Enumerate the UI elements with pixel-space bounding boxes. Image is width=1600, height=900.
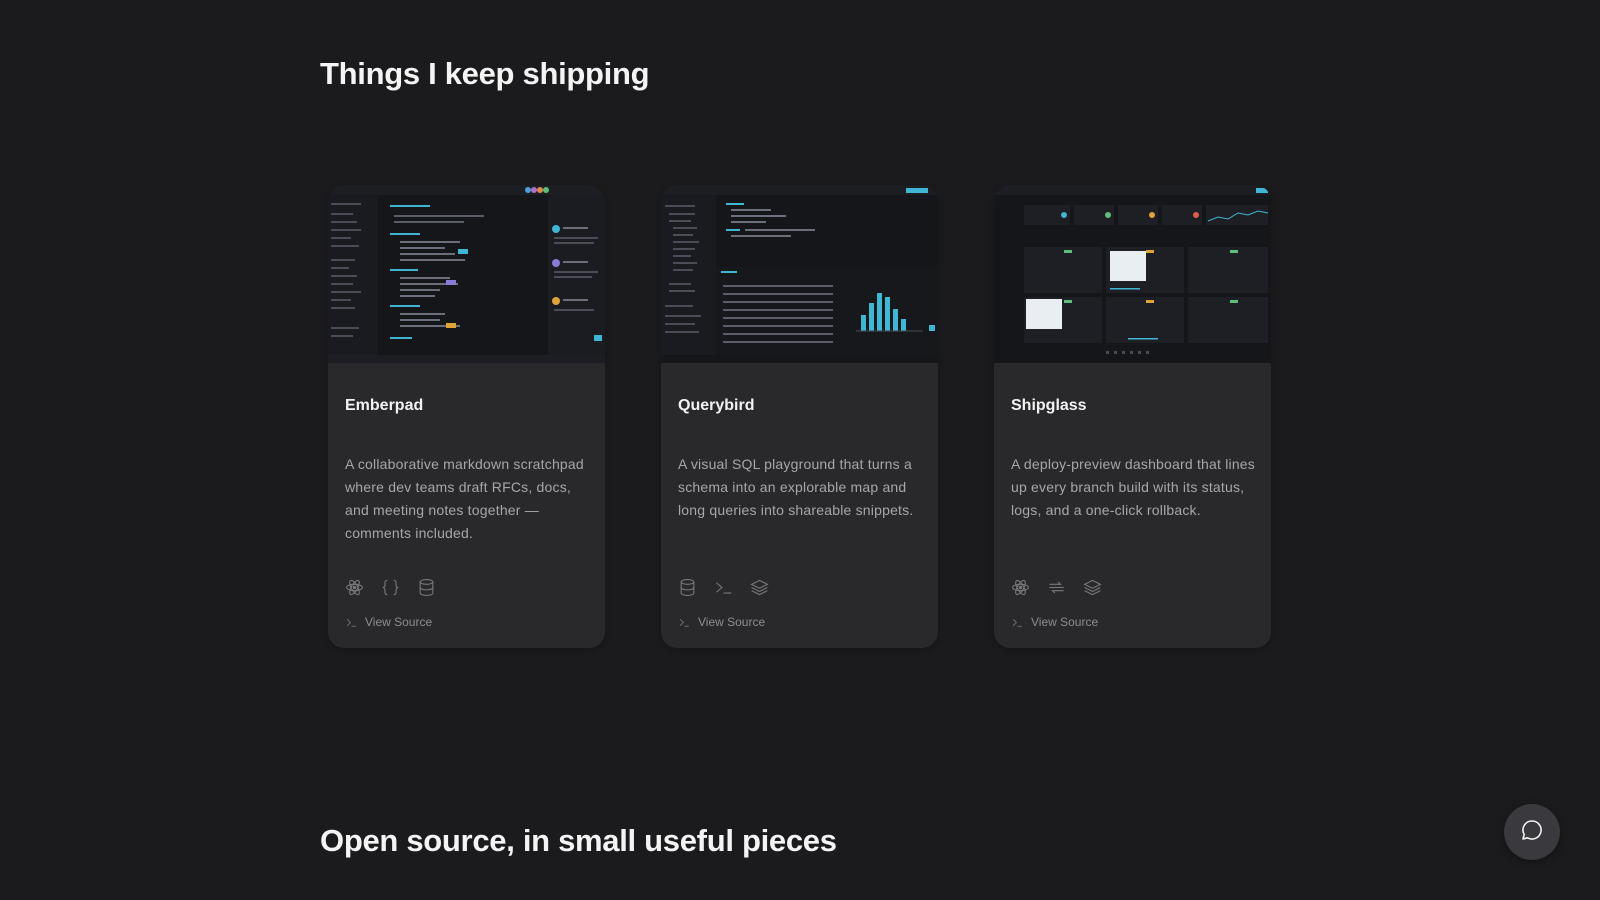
view-source-link[interactable]: View Source [1011,615,1098,629]
tech-stack-icons [1011,578,1102,597]
project-description: A deploy-preview dashboard that lines up… [1011,456,1255,518]
layers-icon [750,578,769,597]
database-icon [417,578,436,597]
section-heading-projects: Things I keep shipping [320,56,650,91]
project-screenshot-emberpad [328,185,605,363]
section-heading-open-source: Open source, in small useful pieces [320,823,837,858]
terminal-icon [714,578,733,597]
terminal-prompt-icon [1011,616,1024,629]
view-source-link[interactable]: View Source [678,615,765,629]
chat-bubble-icon [1520,818,1544,847]
project-title: Querybird [678,397,755,414]
project-screenshot-querybird [661,185,938,363]
project-title: Emberpad [345,397,424,414]
layers-icon [1083,578,1102,597]
tech-stack-icons [345,578,436,597]
tech-stack-icons [678,578,769,597]
view-source-label: View Source [698,615,766,629]
view-source-link[interactable]: View Source [345,615,432,629]
terminal-prompt-icon [345,616,358,629]
chat-button[interactable] [1504,804,1560,860]
project-cards: Emberpad A collaborative markdown scratc… [328,185,1271,648]
view-source-label: View Source [1031,615,1099,629]
terminal-prompt-icon [678,616,691,629]
project-card-emberpad[interactable]: Emberpad A collaborative markdown scratc… [328,185,605,648]
project-description: A visual SQL playground that turns a sch… [678,456,914,518]
project-description: A collaborative markdown scratchpad wher… [345,456,584,541]
project-screenshot-shipglass [994,185,1271,363]
braces-icon [381,578,400,597]
project-title: Shipglass [1011,397,1087,414]
database-icon [678,578,697,597]
view-source-label: View Source [365,615,433,629]
project-card-querybird[interactable]: Querybird A visual SQL playground that t… [661,185,938,648]
project-card-shipglass[interactable]: Shipglass A deploy-preview dashboard tha… [994,185,1271,648]
react-icon [1011,578,1030,597]
arrows-icon [1047,578,1066,597]
page: Things I keep shipping Emberpad A collab… [0,0,1600,900]
react-icon [345,578,364,597]
